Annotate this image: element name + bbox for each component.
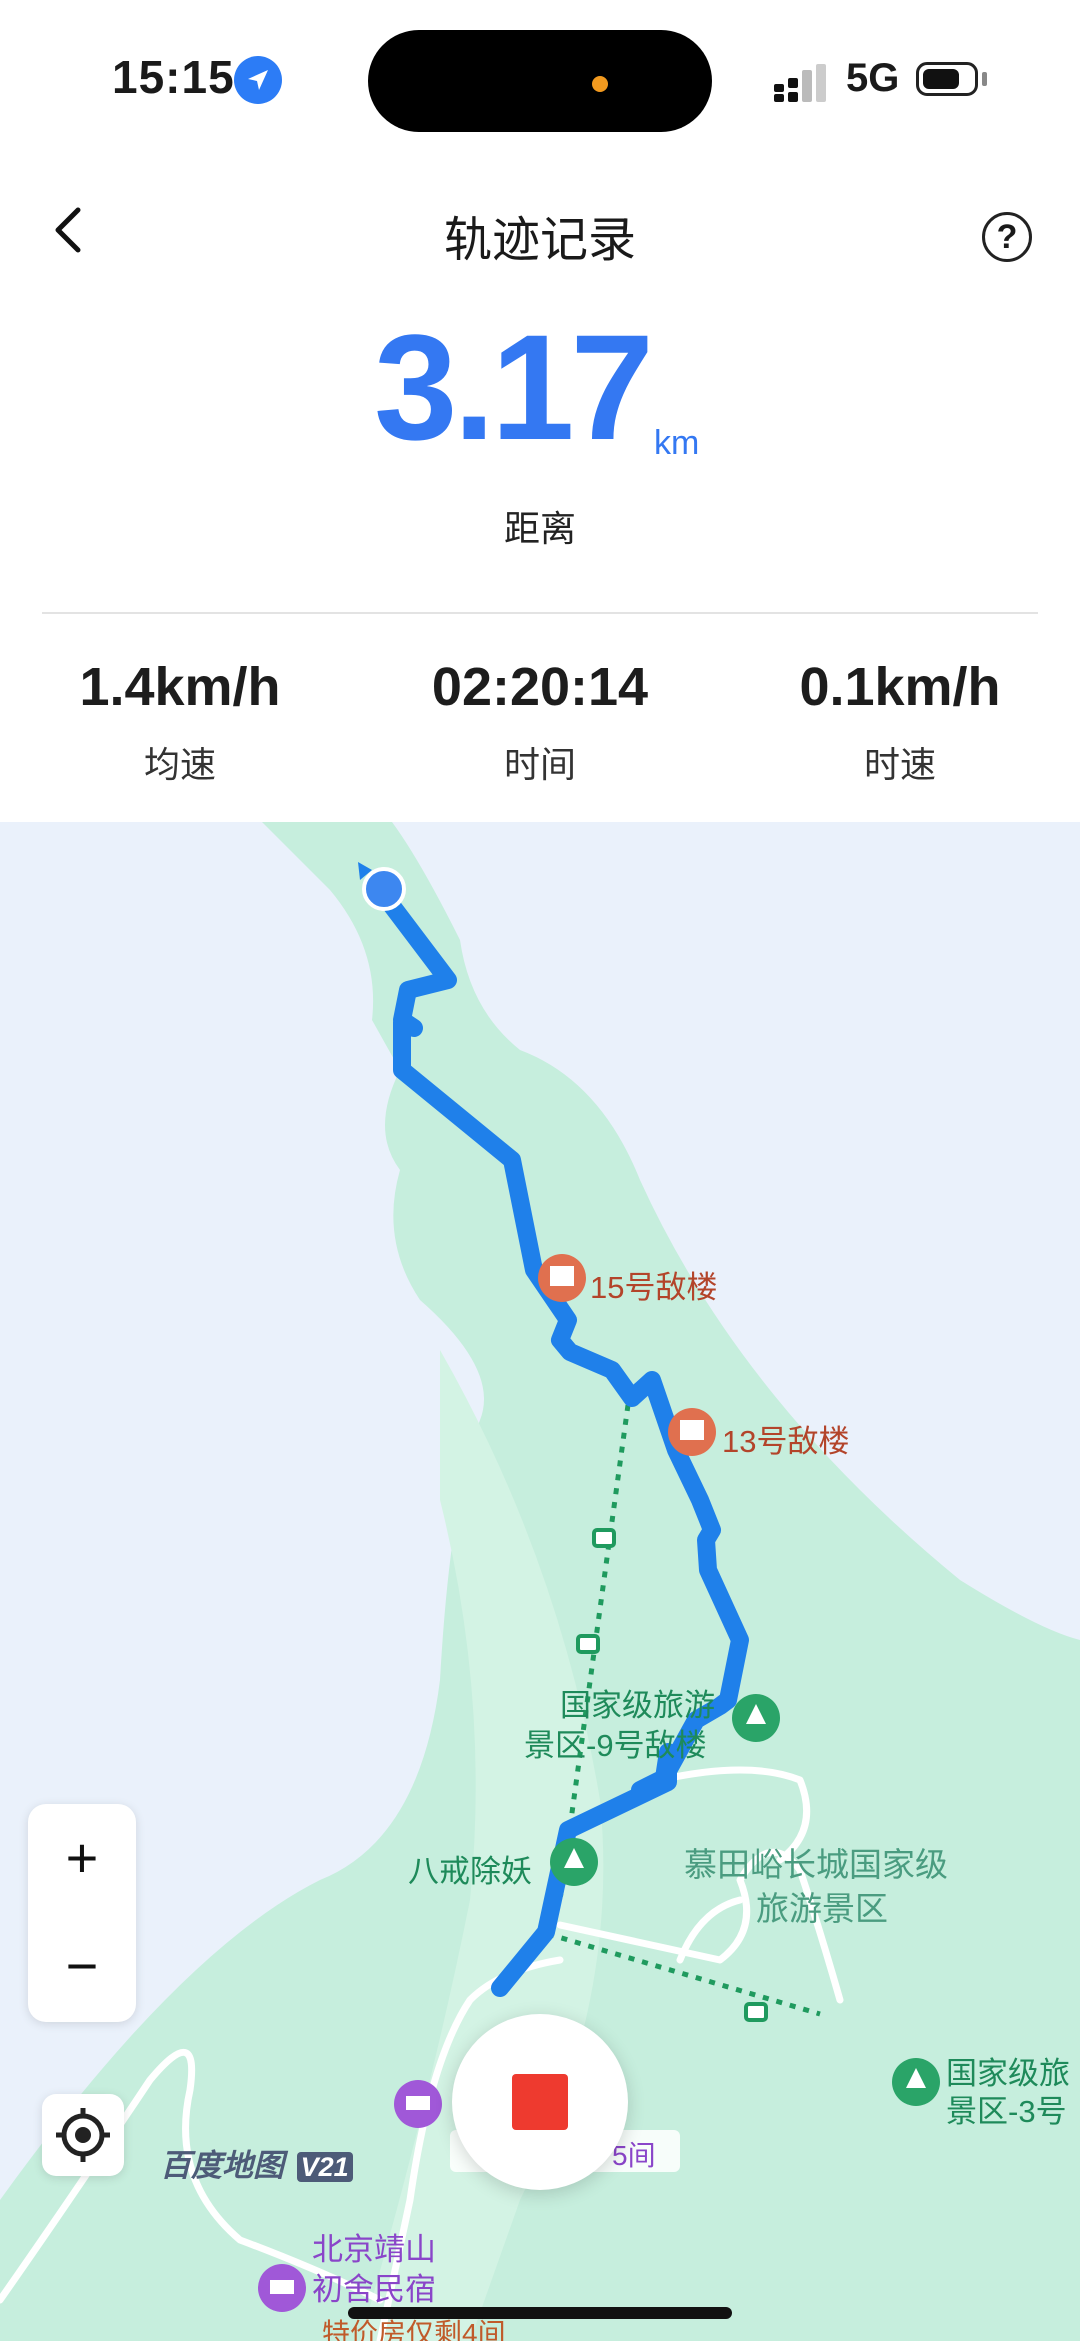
stat-current-speed: 0.1km/h 时速	[720, 656, 1080, 788]
status-time: 15:15	[112, 51, 235, 103]
signal-icon	[774, 64, 826, 102]
distance-label: 距离	[503, 508, 576, 549]
poi-scenic9-marker-icon	[732, 1694, 780, 1742]
location-arrow-icon	[234, 56, 282, 104]
stat-value: 0.1km/h	[799, 657, 1001, 717]
help-button[interactable]: ?	[982, 212, 1032, 262]
stop-icon	[512, 2074, 568, 2130]
map-logo: 百度地图 V21	[160, 2140, 353, 2185]
poi-mutianyu-label-2[interactable]: 旅游景区	[756, 1888, 888, 1930]
stat-label: 时速	[863, 744, 936, 785]
stat-value: 1.4km/h	[79, 657, 281, 717]
zoom-controls: + −	[28, 1804, 136, 2022]
divider	[42, 612, 1038, 614]
stat-label: 时间	[503, 744, 576, 785]
poi-tower13-marker-icon	[668, 1408, 716, 1456]
poi-hotel-marker-icon	[394, 2080, 442, 2128]
poi-inn-marker-icon	[258, 2264, 306, 2312]
stat-value: 02:20:14	[431, 657, 649, 717]
map-logo-version: V21	[296, 2152, 353, 2182]
battery-tip	[982, 72, 987, 86]
poi-bajie-marker-icon	[550, 1838, 598, 1886]
poi-tower15-label[interactable]: 15号敌楼	[590, 1262, 717, 1307]
distance-value: 3.17	[374, 303, 654, 471]
poi-inn-label-1[interactable]: 北京靖山	[312, 2224, 436, 2269]
current-position-marker	[362, 867, 406, 911]
page-title: 轨迹记录	[443, 214, 636, 267]
home-indicator[interactable]	[348, 2307, 732, 2319]
poi-tower15-marker-icon	[538, 1254, 586, 1302]
crosshair-icon	[56, 2108, 110, 2162]
distance-unit: km	[654, 424, 700, 462]
zoom-out-button[interactable]: −	[28, 1912, 136, 2020]
stat-label: 均速	[143, 744, 216, 785]
poi-bajie-label[interactable]: 八戒除妖	[408, 1846, 532, 1891]
stat-avg-speed: 1.4km/h 均速	[0, 656, 360, 788]
poi-mutianyu-label-1[interactable]: 慕田峪长城国家级	[684, 1844, 948, 1886]
poi-inn-label-2[interactable]: 初舍民宿	[312, 2264, 436, 2309]
map-logo-text: 百度地图	[160, 2148, 284, 2183]
dynamic-island	[368, 30, 712, 132]
poi-scenic9-label-1[interactable]: 国家级旅游	[560, 1680, 715, 1725]
poi-scenic9-label-2[interactable]: 景区-9号敌楼	[524, 1720, 707, 1765]
network-type: 5G	[846, 56, 900, 100]
status-bar: 15:15 5G	[0, 0, 1080, 160]
poi-tower13-label[interactable]: 13号敌楼	[722, 1416, 849, 1461]
poi-scenic3-label-2[interactable]: 景区-3号	[946, 2086, 1067, 2131]
battery-icon	[916, 62, 978, 96]
locate-button[interactable]	[42, 2094, 124, 2176]
stop-recording-button[interactable]	[452, 2014, 628, 2190]
privacy-indicator	[592, 76, 608, 92]
stat-duration: 02:20:14 时间	[360, 656, 720, 788]
zoom-in-button[interactable]: +	[28, 1804, 136, 1912]
poi-scenic3-marker-icon	[892, 2058, 940, 2106]
